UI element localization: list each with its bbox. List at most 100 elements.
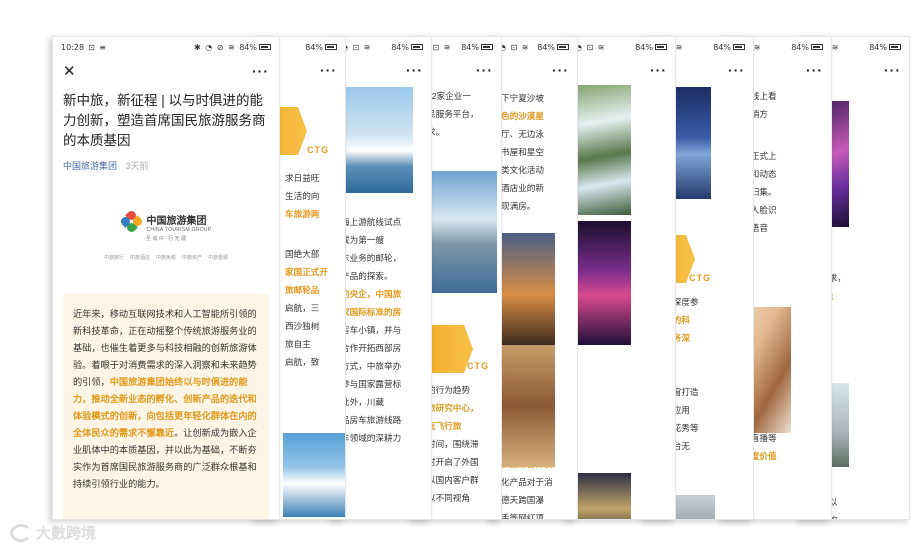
text-line: 方式，中旅举办 — [341, 361, 402, 371]
brand-logo-block: 中国旅游集团 CHINA TOURISM GROUP 至 诚 中 · 行 无 疆… — [53, 180, 279, 292]
sub-brand-label: 中旅酒店 — [129, 255, 150, 261]
status-time: 10:28 — [61, 42, 85, 52]
text-line: 启航，三 — [285, 303, 320, 313]
text-line: 52家企业一 — [427, 91, 471, 101]
watermark-logo-icon — [10, 523, 32, 542]
source-link[interactable]: 中国旅游集团 — [63, 161, 117, 171]
text-line: 生活的向 — [285, 191, 320, 201]
text-line: 启航，致 — [285, 357, 320, 367]
text-line: 车旅游两 — [285, 209, 320, 219]
text-line: 成为第一艘 — [341, 235, 384, 245]
nav-bar: ··· — [491, 57, 577, 83]
text-line: 东业务的邮轮， — [341, 253, 402, 263]
watermark-text: 大數跨境 — [36, 525, 97, 542]
article-title: 新中旅，新征程 | 以与时俱进的能力创新，塑造首席国民旅游服务商的本质基因 — [63, 93, 266, 148]
phone-screen-main: 10:28 ⊡ ≡ ✱ ◔ ⊘ ≋ 84% ✕ ··· 新中旅，新征程 | 以与… — [52, 36, 280, 520]
more-icon[interactable]: ··· — [650, 62, 667, 78]
publish-time: 3天前 — [125, 161, 149, 171]
text-line: 海上游航线试点 — [341, 217, 402, 227]
nav-bar: ✕ ··· — [53, 57, 279, 85]
cruise-ship-image — [339, 87, 413, 193]
text-line: 医飞行旅 — [427, 421, 462, 431]
battery-icon — [655, 44, 667, 50]
text-line: 民服务平台， — [427, 109, 479, 119]
status-bar: ◔ ⊡ ≋84% — [333, 37, 431, 57]
sub-brand-label: 中旅免税 — [155, 255, 176, 261]
text-line: 以不同视角 — [427, 493, 470, 503]
battery-text: 84% — [869, 42, 887, 52]
battery-icon — [557, 44, 569, 50]
article-body: 下宁夏沙坡色的沙漠星厅、无边泳书屋和星空类文化活动酒店业的新现满房。中旅免税实践… — [491, 83, 577, 520]
text-line: 房车小镇，并与 — [341, 325, 402, 335]
screenshot-collage: ◔ ⊡ ≋84% ··· 时投诉求，中国”独能“云”中旅将以进内容的 ◔ ⊡ ≋… — [0, 0, 918, 553]
text-line: 国绝大部 — [285, 249, 320, 259]
text-line: 车领域的深耕力 — [341, 433, 402, 443]
ctg-label: CTG — [307, 145, 329, 155]
text-line: 的央企，中国旅 — [341, 289, 402, 299]
text-line: 此外，川藏 — [341, 397, 384, 407]
battery-icon — [811, 44, 823, 50]
phone-screen-2: ◔ ⊡ ≋84% ›··· 海上游航线试点成为第一艘东业务的邮轮， 产品的探索。的… — [332, 36, 432, 520]
battery-icon — [411, 44, 423, 50]
battery-text: 84% — [305, 42, 323, 52]
sub-brand-label: 中旅金融 — [208, 255, 229, 261]
brand-logo: 中国旅游集团 CHINA TOURISM GROUP — [118, 209, 212, 234]
battery-text: 84% — [537, 42, 555, 52]
tent-at-dusk-image — [495, 233, 555, 345]
text-line: 书屋和星空 — [501, 147, 544, 157]
text-line: 下宁夏沙坡 — [501, 93, 544, 103]
status-bar: ◔ ⊡ ≋84% — [491, 37, 577, 57]
more-icon[interactable]: ··· — [320, 62, 337, 78]
more-icon[interactable]: ··· — [252, 63, 269, 79]
more-icon[interactable]: ··· — [552, 62, 569, 78]
status-bar: 10:28 ⊡ ≡ ✱ ◔ ⊘ ≋ 84% — [53, 37, 279, 57]
text-line: 现满房。 — [501, 201, 536, 211]
more-icon[interactable]: ··· — [406, 62, 423, 78]
article-body — [567, 83, 675, 519]
phone-screen-4: ◔ ⊡ ≋ 84% ··· — [566, 36, 676, 520]
flower-logo-icon — [118, 209, 144, 234]
text-line: 家国正式开 — [285, 267, 328, 277]
mountain-lake-image — [427, 171, 497, 293]
battery-text: 84% — [391, 42, 409, 52]
text-line: 产品的探索。 — [341, 271, 393, 281]
desert-image — [495, 345, 555, 467]
text-line: 厅、无边泳 — [501, 129, 544, 139]
text-line: 品房车旅游线路 — [341, 415, 402, 425]
brand-slogan: 至 诚 中 · 行 无 疆 — [145, 236, 186, 242]
text-line: 手等网红项 — [501, 513, 544, 520]
intro-paragraph: 近年来，移动互联网技术和人工智能所引领的新科技革命，正在动摇整个传统旅游服务业的… — [63, 294, 269, 519]
text-line: 合作开拓西部房 — [341, 343, 402, 353]
brand-name: 中国旅游集团 — [146, 215, 207, 227]
signal-icons: ◔ ⊡ ≋ — [575, 42, 606, 52]
text-line: 求。 — [427, 127, 445, 137]
battery-icon — [325, 44, 337, 50]
battery-text: 84% — [461, 42, 479, 52]
text-line: 时间，围绕滞 — [427, 439, 479, 449]
battery-icon — [481, 44, 493, 50]
text-line: 色的沙漠星 — [501, 111, 544, 121]
text-line: 化产品对于消 — [501, 477, 553, 487]
ctg-label: CTG — [689, 273, 711, 283]
article-body: 海上游航线试点 成为第一艘 东业务的邮轮， 产品的探索。 的央企，中国旅 家国际标准的房房… — [333, 83, 431, 519]
sub-brand-list: 中旅旅行 中旅酒店 中旅免税 中旅资产 中旅金融 — [104, 254, 228, 261]
more-icon[interactable]: ··· — [728, 62, 745, 78]
text-line: 时开启了外国 — [427, 457, 479, 467]
brand-name-en: CHINA TOURISM GROUP — [146, 226, 212, 233]
ctg-label: CTG — [467, 361, 489, 371]
sub-brand-label: 中旅资产 — [182, 255, 203, 261]
close-icon[interactable]: ✕ — [63, 62, 76, 80]
text-line: 参与国家露营标 — [341, 379, 402, 389]
notification-icons: ⊡ ≡ — [88, 42, 108, 52]
text-line: 旅自主 — [285, 339, 311, 349]
more-icon[interactable]: ··· — [884, 62, 901, 78]
text-line: 的行为趋势 — [427, 385, 470, 395]
battery-text: 84% — [239, 42, 257, 52]
text-line: 西沙独树 — [285, 321, 320, 331]
battery-icon — [889, 44, 901, 50]
more-icon[interactable]: ··· — [476, 62, 493, 78]
text-column: 求日益旺 生活的向 车旅游两 国绝大部 家国正式开 旅邮轮品 启航，三 西沙独树 旅自主 启航，致 — [279, 169, 328, 371]
nav-bar: ··· — [567, 57, 675, 83]
more-icon[interactable]: ··· — [806, 62, 823, 78]
